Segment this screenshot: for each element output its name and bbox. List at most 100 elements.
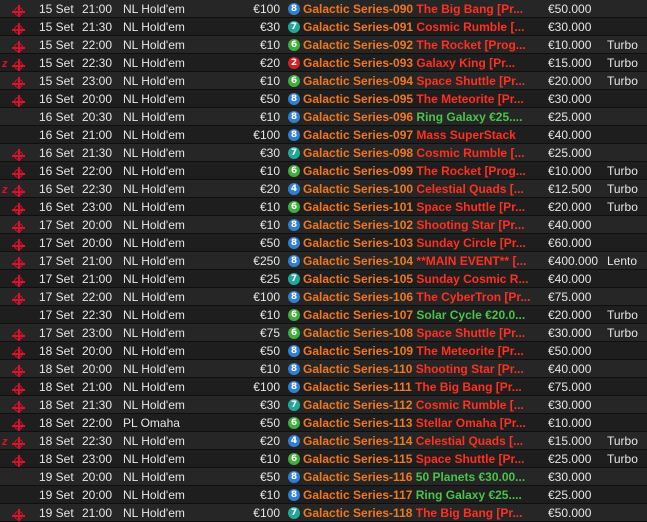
seat-badge-icon: 8 — [288, 471, 300, 483]
series-name[interactable]: Galactic Series-109 The Meteorite [Pr... — [303, 342, 543, 359]
zoom-icon: z — [2, 58, 8, 70]
tournament-row[interactable]: 17 Set 22:30 NL Hold'em €10 6 Galactic S… — [0, 306, 647, 324]
series-name[interactable]: Galactic Series-114 Celestial Quads [... — [303, 432, 543, 449]
guaranteed-prize: €60.000 — [548, 236, 592, 250]
series-name[interactable]: Galactic Series-115 Space Shuttle [Pr... — [303, 450, 543, 467]
tournament-row[interactable]: 17 Set 22:00 NL Hold'em €100 8 Galactic … — [0, 288, 647, 306]
tournament-row[interactable]: 16 Set 20:30 NL Hold'em €10 8 Galactic S… — [0, 108, 647, 126]
tournament-row[interactable]: 18 Set 21:30 NL Hold'em €30 7 Galactic S… — [0, 396, 647, 414]
series-name[interactable]: Galactic Series-108 Space Shuttle [Pr... — [303, 324, 543, 341]
buy-in: €10 — [259, 362, 280, 376]
seat-badge-icon: 8 — [288, 111, 300, 123]
series-name[interactable]: Galactic Series-092 The Rocket [Prog... — [303, 36, 543, 53]
tournament-row[interactable]: 19 Set 20:00 NL Hold'em €50 8 Galactic S… — [0, 468, 647, 486]
series-name[interactable]: Galactic Series-117 Ring Galaxy €25.... — [303, 486, 543, 503]
tournament-row[interactable]: 17 Set 21:00 NL Hold'em €25 7 Galactic S… — [0, 270, 647, 288]
guaranteed-prize: €75.000 — [548, 290, 592, 304]
series-code: Galactic Series-107 — [303, 308, 414, 322]
series-name[interactable]: Galactic Series-094 Space Shuttle [Pr... — [303, 72, 543, 89]
tournament-date: 17 Set — [39, 308, 74, 322]
series-name[interactable]: Galactic Series-104 **MAIN EVENT** [... — [303, 252, 543, 269]
guaranteed-prize: €30.000 — [548, 470, 592, 484]
tournament-row[interactable]: 16 Set 21:00 NL Hold'em €100 8 Galactic … — [0, 126, 647, 144]
tournament-time: 20:00 — [82, 470, 113, 484]
tournament-row[interactable]: 19 Set 21:00 NL Hold'em €100 7 Galactic … — [0, 504, 647, 522]
guaranteed-prize: €12.500 — [548, 182, 592, 196]
tournament-date: 19 Set — [39, 506, 74, 520]
series-name[interactable]: Galactic Series-095 The Meteorite [Pr... — [303, 90, 543, 107]
seat-badge-icon: 6 — [288, 327, 300, 339]
tournament-row[interactable]: 17 Set 21:00 NL Hold'em €250 8 Galactic … — [0, 252, 647, 270]
series-name[interactable]: Galactic Series-106 The CyberTron [Pr... — [303, 288, 543, 305]
series-code: Galactic Series-117 — [303, 488, 413, 502]
series-name[interactable]: Galactic Series-099 The Rocket [Prog... — [303, 162, 543, 179]
series-code: Galactic Series-105 — [303, 272, 414, 286]
tournament-date: 18 Set — [39, 362, 74, 376]
tournament-date: 18 Set — [39, 344, 74, 358]
tournament-row[interactable]: z 16 Set 22:30 NL Hold'em €20 4 Galactic… — [0, 180, 647, 198]
series-name[interactable]: Galactic Series-113 Stellar Omaha [Pr... — [303, 414, 543, 431]
tournament-row[interactable]: z 15 Set 22:30 NL Hold'em €20 2 Galactic… — [0, 54, 647, 72]
series-name[interactable]: Galactic Series-096 Ring Galaxy €25.... — [303, 108, 543, 125]
tournament-row[interactable]: 15 Set 23:00 NL Hold'em €10 6 Galactic S… — [0, 72, 647, 90]
tournament-time: 23:00 — [82, 326, 113, 340]
series-name[interactable]: Galactic Series-107 Solar Cycle €20.0... — [303, 306, 543, 323]
guaranteed-prize: €10.000 — [548, 416, 592, 430]
tournament-date: 18 Set — [39, 398, 74, 412]
game-type: NL Hold'em — [123, 146, 185, 160]
tournament-time: 21:00 — [82, 506, 113, 520]
series-name[interactable]: Galactic Series-102 Shooting Star [Pr... — [303, 216, 543, 233]
tournament-row[interactable]: 15 Set 21:00 NL Hold'em €100 8 Galactic … — [0, 0, 647, 18]
tournament-row[interactable]: 15 Set 21:30 NL Hold'em €30 7 Galactic S… — [0, 18, 647, 36]
tournament-row[interactable]: 16 Set 22:00 NL Hold'em €10 6 Galactic S… — [0, 162, 647, 180]
tournament-row[interactable]: 16 Set 20:00 NL Hold'em €50 8 Galactic S… — [0, 90, 647, 108]
series-subtitle: Cosmic Rumble [... — [415, 398, 524, 412]
series-subtitle: Cosmic Rumble [... — [416, 20, 525, 34]
tournament-row[interactable]: 15 Set 22:00 NL Hold'em €10 6 Galactic S… — [0, 36, 647, 54]
tournament-row[interactable]: 19 Set 20:00 NL Hold'em €10 8 Galactic S… — [0, 486, 647, 504]
series-name[interactable]: Galactic Series-101 Space Shuttle [Pr... — [303, 198, 543, 215]
series-name[interactable]: Galactic Series-110 Shooting Star [Pr... — [303, 360, 543, 377]
series-name[interactable]: Galactic Series-103 Sunday Circle [Pr... — [303, 234, 543, 251]
tournament-row[interactable]: 17 Set 20:00 NL Hold'em €10 8 Galactic S… — [0, 216, 647, 234]
series-name[interactable]: Galactic Series-118 The Big Bang [Pr... — [303, 504, 543, 521]
tournament-row[interactable]: 16 Set 21:30 NL Hold'em €30 7 Galactic S… — [0, 144, 647, 162]
buy-in: €250 — [253, 254, 280, 268]
tournament-row[interactable]: 17 Set 20:00 NL Hold'em €50 8 Galactic S… — [0, 234, 647, 252]
series-code: Galactic Series-101 — [303, 200, 414, 214]
seat-badge-icon: 6 — [288, 201, 300, 213]
series-name[interactable]: Galactic Series-091 Cosmic Rumble [... — [303, 18, 543, 35]
series-name[interactable]: Galactic Series-112 Cosmic Rumble [... — [303, 396, 543, 413]
series-code: Galactic Series-112 — [303, 398, 413, 412]
tournament-row[interactable]: 18 Set 21:00 NL Hold'em €100 8 Galactic … — [0, 378, 647, 396]
tournament-time: 22:30 — [82, 56, 113, 70]
buy-in: €50 — [259, 92, 280, 106]
game-type: NL Hold'em — [123, 38, 185, 52]
tournament-time: 21:00 — [82, 272, 113, 286]
target-icon — [12, 396, 26, 413]
series-name[interactable]: Galactic Series-111 The Big Bang [Pr... — [303, 378, 543, 395]
tournament-row[interactable]: 18 Set 22:00 PL Omaha €50 6 Galactic Ser… — [0, 414, 647, 432]
tournament-row[interactable]: 18 Set 20:00 NL Hold'em €10 8 Galactic S… — [0, 360, 647, 378]
series-name[interactable]: Galactic Series-105 Sunday Cosmic R... — [303, 270, 543, 287]
series-name[interactable]: Galactic Series-100 Celestial Quads [... — [303, 180, 543, 197]
seat-badge-icon: 8 — [288, 363, 300, 375]
tournament-row[interactable]: z 18 Set 22:30 NL Hold'em €20 4 Galactic… — [0, 432, 647, 450]
series-name[interactable]: Galactic Series-098 Cosmic Rumble [... — [303, 144, 543, 161]
seat-badge-icon: 6 — [288, 75, 300, 87]
tournament-date: 15 Set — [39, 74, 74, 88]
series-name[interactable]: Galactic Series-090 The Big Bang [Pr... — [303, 0, 543, 17]
seat-badge-icon: 8 — [288, 381, 300, 393]
series-name[interactable]: Galactic Series-097 Mass SuperStack — [303, 126, 543, 143]
series-subtitle: 50 Planets €30.00... — [415, 470, 526, 484]
game-type: NL Hold'em — [123, 182, 185, 196]
tournament-row[interactable]: 16 Set 23:00 NL Hold'em €10 6 Galactic S… — [0, 198, 647, 216]
tournament-row[interactable]: 18 Set 20:00 NL Hold'em €50 8 Galactic S… — [0, 342, 647, 360]
buy-in: €10 — [259, 452, 280, 466]
seat-badge-icon: 8 — [288, 3, 300, 15]
series-name[interactable]: Galactic Series-093 Galaxy King [Pr... — [303, 54, 543, 71]
tournament-row[interactable]: 18 Set 23:00 NL Hold'em €10 6 Galactic S… — [0, 450, 647, 468]
speed-label: Turbo — [607, 326, 638, 340]
series-name[interactable]: Galactic Series-116 50 Planets €30.00... — [303, 468, 543, 485]
tournament-row[interactable]: 17 Set 23:00 NL Hold'em €75 6 Galactic S… — [0, 324, 647, 342]
